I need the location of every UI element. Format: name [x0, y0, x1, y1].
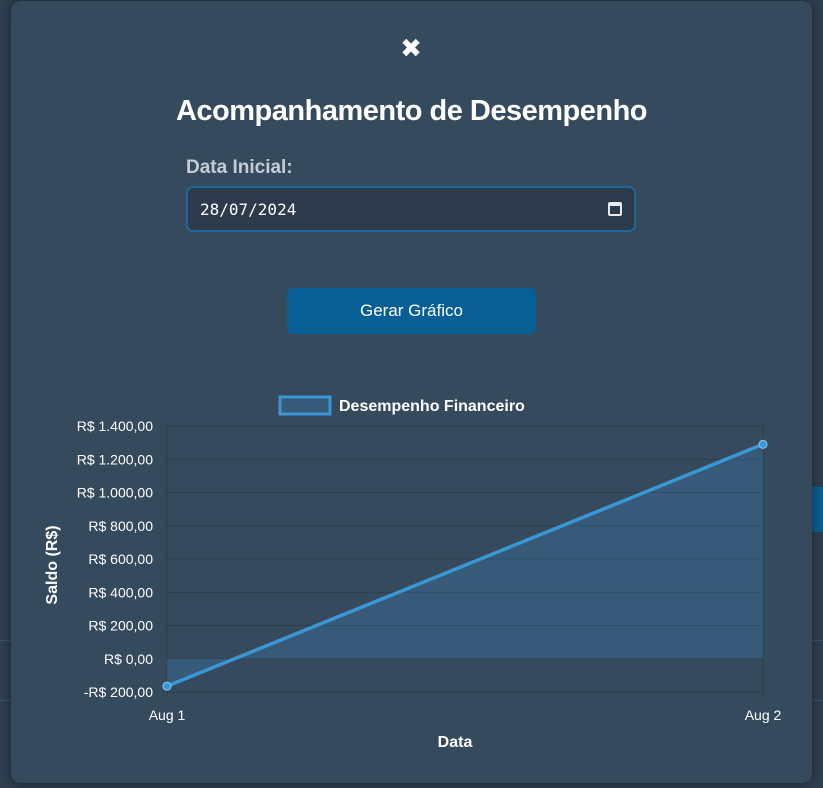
legend-swatch [278, 395, 332, 416]
x-tick-label: Aug 2 [745, 707, 782, 723]
close-icon[interactable]: ✖ [396, 33, 426, 63]
y-tick-label: R$ 1.200,00 [77, 451, 153, 467]
y-tick-label: R$ 1.400,00 [77, 418, 153, 434]
start-date-input[interactable]: 28/07/2024 [186, 186, 636, 232]
generate-chart-button[interactable]: Gerar Gráfico [287, 288, 536, 334]
x-tick-label: Aug 1 [149, 707, 186, 723]
y-tick-label: R$ 600,00 [88, 551, 153, 567]
date-label: Data Inicial: [186, 157, 293, 178]
y-tick-label: R$ 800,00 [88, 518, 153, 534]
y-tick-label: R$ 0,00 [104, 651, 153, 667]
y-tick-label: R$ 400,00 [88, 584, 153, 600]
data-point [162, 681, 172, 691]
modal-title: Acompanhamento de Desempenho [175, 95, 648, 127]
y-tick-label: -R$ 200,00 [84, 684, 153, 700]
x-axis-title: Data [438, 734, 473, 751]
data-point [758, 439, 768, 449]
performance-chart: R$ 1.400,00 R$ 1.200,00 R$ 1.000,00 R$ 800,… [44, 395, 782, 751]
date-value: 28/07/2024 [200, 199, 297, 219]
legend-label: Desempenho Financeiro [339, 398, 525, 415]
performance-modal: ✖ Acompanhamento de Desempenho Data Inic… [11, 1, 812, 783]
y-axis-title: Saldo (R$) [44, 525, 61, 604]
calendar-icon[interactable] [608, 202, 622, 216]
y-tick-label: R$ 1.000,00 [77, 485, 153, 501]
y-tick-label: R$ 200,00 [88, 618, 153, 634]
